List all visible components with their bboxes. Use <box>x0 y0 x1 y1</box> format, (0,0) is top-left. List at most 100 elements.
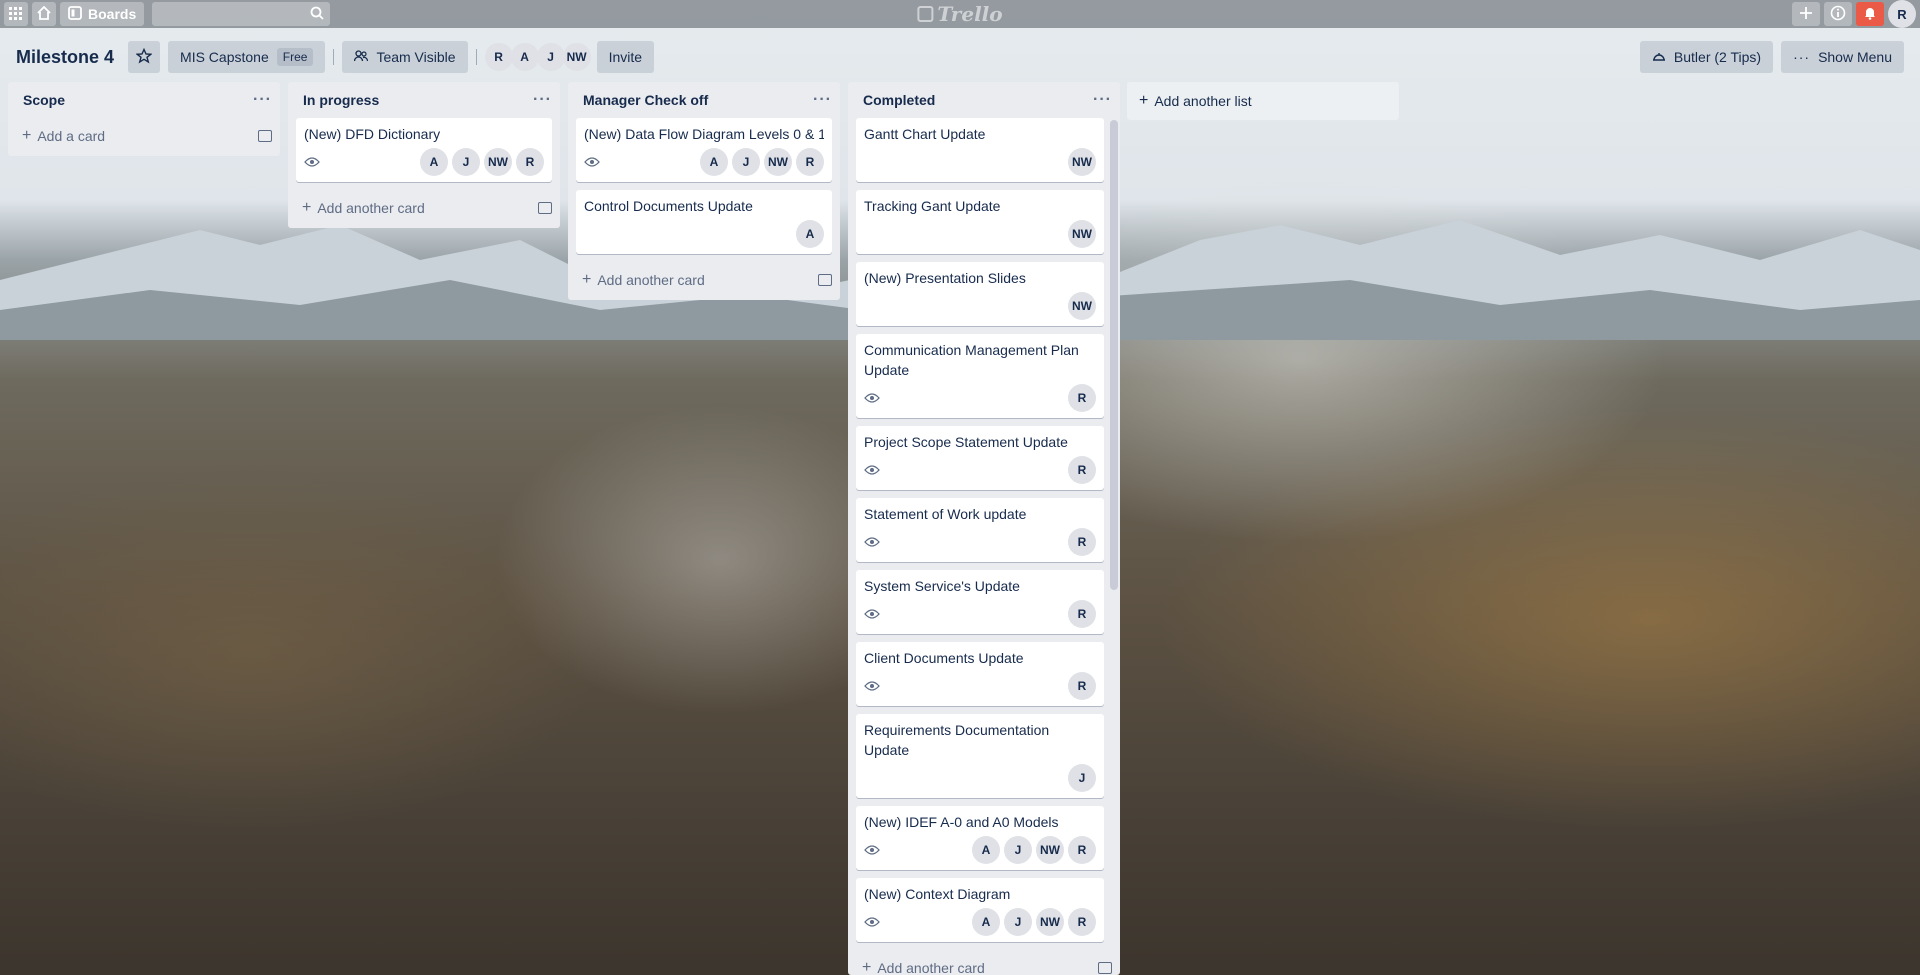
list-menu-icon[interactable]: ··· <box>533 91 552 109</box>
card[interactable]: (New) Presentation Slides NW <box>856 262 1104 326</box>
card-member-avatar[interactable]: R <box>1068 600 1096 628</box>
member-avatar[interactable]: R <box>484 43 513 71</box>
card[interactable]: Project Scope Statement Update R <box>856 426 1104 490</box>
card-member-avatar[interactable]: A <box>972 908 1000 936</box>
card-member-avatar[interactable]: R <box>1068 456 1096 484</box>
notifications-button[interactable] <box>1856 2 1884 26</box>
card[interactable]: Communication Management Plan Update R <box>856 334 1104 418</box>
card[interactable]: (New) Data Flow Diagram Levels 0 & 1, A … <box>576 118 832 182</box>
star-button[interactable] <box>128 41 161 73</box>
plus-icon: + <box>862 959 872 975</box>
card-member-avatar[interactable]: A <box>700 148 728 176</box>
boards-button[interactable]: Boards <box>60 2 145 26</box>
list-manager-check-off: Manager Check off ··· (New) Data Flow Di… <box>568 82 840 300</box>
card[interactable]: (New) Context Diagram A J NW R <box>856 878 1104 942</box>
user-avatar[interactable]: R <box>1888 0 1916 28</box>
add-list-label: Add another list <box>1154 93 1252 109</box>
butler-button[interactable]: Butler (2 Tips) <box>1639 41 1774 73</box>
add-card-button[interactable]: + Add another card <box>568 262 840 298</box>
card[interactable]: Gantt Chart Update NW <box>856 118 1104 182</box>
board-title[interactable]: Milestone 4 <box>16 47 114 68</box>
card-member-avatar[interactable]: J <box>452 148 480 176</box>
card-member-avatar[interactable]: NW <box>764 148 792 176</box>
list-title[interactable]: In progress <box>303 92 379 108</box>
show-menu-button[interactable]: ··· Show Menu <box>1781 41 1904 73</box>
card[interactable]: (New) DFD Dictionary A J NW R <box>296 118 552 182</box>
card-member-avatar[interactable]: R <box>1068 528 1096 556</box>
card-member-avatar[interactable]: A <box>796 220 824 248</box>
card[interactable]: Statement of Work update R <box>856 498 1104 562</box>
add-card-label: Add another card <box>317 200 425 216</box>
card-member-avatar[interactable]: NW <box>1068 148 1096 176</box>
trello-logo-icon <box>917 6 934 22</box>
card-member-avatar[interactable]: NW <box>1068 220 1096 248</box>
watch-eye-icon <box>864 607 880 622</box>
card-member-avatar[interactable]: J <box>1004 836 1032 864</box>
card[interactable]: Control Documents Update A <box>576 190 832 254</box>
card[interactable]: Requirements Documentation Update J <box>856 714 1104 798</box>
list-title[interactable]: Scope <box>23 92 65 108</box>
card-member-avatar[interactable]: NW <box>1036 836 1064 864</box>
list-header[interactable]: Scope ··· <box>8 82 280 118</box>
card-member-avatar[interactable]: NW <box>1068 292 1096 320</box>
card[interactable]: Client Documents Update R <box>856 642 1104 706</box>
add-card-button[interactable]: + Add another card <box>848 950 1120 975</box>
card-member-avatar[interactable]: A <box>420 148 448 176</box>
home-button[interactable] <box>32 2 56 26</box>
trello-logo[interactable]: Trello <box>917 2 1003 26</box>
visibility-label: Team Visible <box>376 49 456 65</box>
list-completed: Completed ··· Gantt Chart Update NW Trac… <box>848 82 1120 975</box>
card-member-avatar[interactable]: R <box>1068 908 1096 936</box>
add-list-button[interactable]: + Add another list <box>1127 82 1399 120</box>
list-title[interactable]: Completed <box>863 92 935 108</box>
list-menu-icon[interactable]: ··· <box>253 91 272 109</box>
card-member-avatar[interactable]: NW <box>1036 908 1064 936</box>
card-member-avatar[interactable]: J <box>1068 764 1096 792</box>
add-card-label: Add another card <box>877 960 985 975</box>
member-avatar[interactable]: A <box>510 43 539 71</box>
plus-icon: + <box>302 199 312 216</box>
list-menu-icon[interactable]: ··· <box>813 91 832 109</box>
card[interactable]: Tracking Gant Update NW <box>856 190 1104 254</box>
info-button[interactable] <box>1824 2 1852 26</box>
card-template-icon[interactable] <box>818 274 832 286</box>
plus-icon: + <box>22 127 32 144</box>
add-card-button[interactable]: + Add another card <box>288 190 560 226</box>
visibility-button[interactable]: Team Visible <box>342 41 468 73</box>
list-header[interactable]: Manager Check off ··· <box>568 82 840 118</box>
card-member-avatar[interactable]: R <box>516 148 544 176</box>
card-title: Control Documents Update <box>584 198 753 214</box>
list-header[interactable]: Completed ··· <box>848 82 1120 118</box>
search-input[interactable] <box>152 2 331 26</box>
member-avatar[interactable]: J <box>536 43 565 71</box>
apps-grid-icon[interactable] <box>4 2 28 26</box>
list-header[interactable]: In progress ··· <box>288 82 560 118</box>
card-template-icon[interactable] <box>1098 962 1112 974</box>
team-button[interactable]: MIS Capstone Free <box>168 41 326 73</box>
list-scrollbar[interactable] <box>1110 120 1118 590</box>
card-title: Gantt Chart Update <box>864 126 986 142</box>
card-member-avatar[interactable]: R <box>1068 672 1096 700</box>
card-template-icon[interactable] <box>258 130 272 142</box>
card-member-avatar[interactable]: R <box>1068 836 1096 864</box>
list-menu-icon[interactable]: ··· <box>1093 91 1112 109</box>
card-member-avatar[interactable]: R <box>796 148 824 176</box>
card-member-avatar[interactable]: J <box>1004 908 1032 936</box>
card-title: Statement of Work update <box>864 506 1027 522</box>
card-title: (New) DFD Dictionary <box>304 126 441 142</box>
create-button[interactable] <box>1792 2 1820 26</box>
card[interactable]: System Service's Update R <box>856 570 1104 634</box>
add-card-button[interactable]: + Add a card <box>8 118 280 154</box>
card-template-icon[interactable] <box>538 202 552 214</box>
info-icon <box>1830 5 1846 24</box>
divider <box>333 49 335 65</box>
card-member-avatar[interactable]: J <box>732 148 760 176</box>
card[interactable]: (New) IDEF A-0 and A0 Models A J NW R <box>856 806 1104 870</box>
card-title: System Service's Update <box>864 578 1020 594</box>
card-member-avatar[interactable]: R <box>1068 384 1096 412</box>
card-member-avatar[interactable]: A <box>972 836 1000 864</box>
member-avatar[interactable]: NW <box>562 43 591 71</box>
invite-button[interactable]: Invite <box>596 41 655 73</box>
card-member-avatar[interactable]: NW <box>484 148 512 176</box>
list-title[interactable]: Manager Check off <box>583 92 708 108</box>
